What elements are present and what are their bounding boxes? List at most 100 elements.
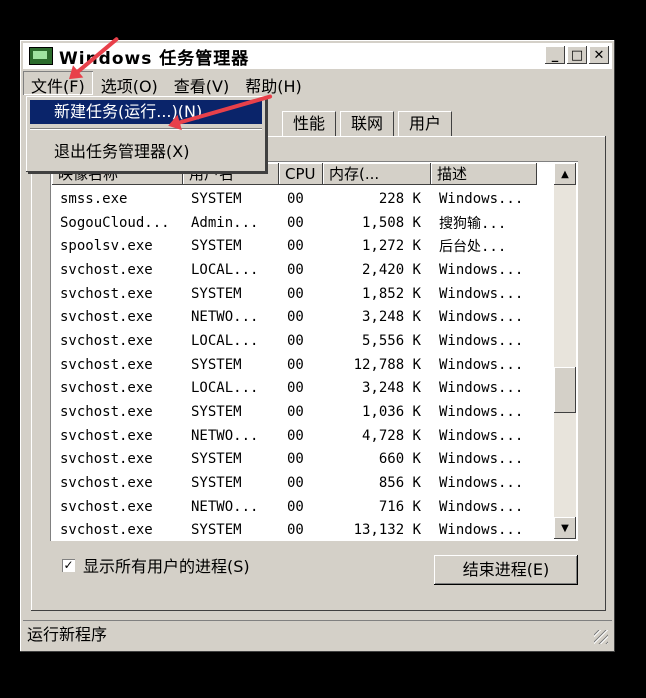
table-row[interactable]: svchost.exe NETWO... 00 716 K Windows... [52,495,537,519]
table-row[interactable]: svchost.exe LOCAL... 00 5,556 K Windows... [52,329,537,353]
menu-view[interactable]: 查看(V) [166,71,237,96]
table-row[interactable]: smss.exe SYSTEM 00 228 K Windows... [52,187,537,211]
table-row[interactable]: svchost.exe SYSTEM 00 856 K Windows... [52,471,537,495]
cell-cpu: 00 [287,427,304,444]
cell-image-name: svchost.exe [60,261,153,278]
table-row[interactable]: svchost.exe LOCAL... 00 2,420 K Windows... [52,258,537,282]
cell-cpu: 00 [287,498,304,515]
cell-description: Windows... [439,332,524,349]
cell-user-name: SYSTEM [191,238,242,255]
table-row[interactable]: svchost.exe SYSTEM 00 1,852 K Windows... [52,282,537,306]
table-row[interactable]: svchost.exe LOCAL... 00 3,248 K Windows... [52,377,537,401]
cell-cpu: 00 [287,356,304,373]
menu-help[interactable]: 帮助(H) [237,71,310,96]
cell-memory: 4,728 K [361,427,421,444]
table-row[interactable]: svchost.exe NETWO... 00 4,728 K Windows... [52,424,537,448]
cell-memory: 1,036 K [361,404,421,421]
cell-cpu: 00 [287,475,304,492]
column-description[interactable]: 描述 [431,163,537,185]
maximize-button[interactable]: □ [567,46,587,64]
cell-cpu: 00 [287,214,304,231]
cell-user-name: SYSTEM [191,356,242,373]
cell-cpu: 00 [287,285,304,302]
cell-cpu: 00 [287,309,304,326]
cell-image-name: svchost.exe [60,332,153,349]
cell-cpu: 00 [287,332,304,349]
table-row[interactable]: svchost.exe SYSTEM 00 660 K Windows... [52,448,537,472]
cell-cpu: 00 [287,190,304,207]
cell-description: Windows... [439,451,524,468]
end-process-button[interactable]: 结束进程(E) [434,555,578,585]
tab-strip: 性能 联网 用户 [282,111,456,136]
cell-cpu: 00 [287,238,304,255]
cell-image-name: svchost.exe [60,404,153,421]
table-row[interactable]: SogouCloud... Admin... 00 1,508 K 搜狗输... [52,211,537,235]
status-bar: 运行新程序 [23,620,612,648]
tab-users[interactable]: 用户 [398,111,453,136]
cell-memory: 1,852 K [361,285,421,302]
cell-image-name: SogouCloud... [60,214,170,231]
cell-description: Windows... [439,404,524,421]
cell-description: Windows... [439,190,524,207]
cell-description: Windows... [439,356,524,373]
cell-user-name: SYSTEM [191,404,242,421]
cell-user-name: LOCAL... [191,261,259,278]
menu-options[interactable]: 选项(O) [93,71,166,96]
cell-cpu: 00 [287,380,304,397]
status-text: 运行新程序 [27,625,108,644]
cell-cpu: 00 [287,522,304,539]
cell-description: Windows... [439,475,524,492]
cell-memory: 13,132 K [353,522,421,539]
task-manager-window: Windows 任务管理器 _ □ ✕ 文件(F) 选项(O) 查看(V) 帮助… [20,40,615,652]
process-list[interactable]: 映像名称 用户名 CPU 内存(... 描述 smss.exe SYSTEM 00 2… [50,161,578,541]
cell-description: Windows... [439,285,524,302]
menu-exit-task-manager[interactable]: 退出任务管理器(X) [30,140,262,164]
cell-description: Windows... [439,309,524,326]
cell-user-name: SYSTEM [191,285,242,302]
cell-image-name: svchost.exe [60,309,153,326]
column-memory[interactable]: 内存(... [323,163,431,185]
cell-memory: 3,248 K [361,380,421,397]
minimize-button[interactable]: _ [545,46,565,64]
cell-description: Windows... [439,498,524,515]
table-row[interactable]: spoolsv.exe SYSTEM 00 1,272 K 后台处... [52,234,537,258]
close-button[interactable]: ✕ [589,46,609,64]
table-row[interactable]: svchost.exe SYSTEM 00 13,132 K Windows... [52,519,537,541]
cell-user-name: LOCAL... [191,332,259,349]
cell-description: 后台处... [439,239,507,256]
cell-description: Windows... [439,380,524,397]
tab-performance[interactable]: 性能 [282,111,337,136]
resize-grip[interactable] [594,630,608,644]
vertical-scrollbar[interactable]: ▲ ▼ [554,163,576,539]
table-row[interactable]: svchost.exe NETWO... 00 3,248 K Windows... [52,305,537,329]
cell-image-name: svchost.exe [60,285,153,302]
scroll-down-button[interactable]: ▼ [554,517,576,539]
menu-new-task[interactable]: 新建任务(运行...)(N) [30,100,262,124]
cell-cpu: 00 [287,451,304,468]
cell-description: 搜狗输... [439,215,507,232]
menu-file[interactable]: 文件(F) [23,71,93,96]
cell-cpu: 00 [287,261,304,278]
cell-user-name: SYSTEM [191,522,242,539]
show-all-users-option[interactable]: ✓ 显示所有用户的进程(S) [62,553,250,577]
cell-image-name: svchost.exe [60,427,153,444]
cell-user-name: NETWO... [191,427,259,444]
title-bar[interactable]: Windows 任务管理器 _ □ ✕ [23,43,612,69]
cell-image-name: svchost.exe [60,451,153,468]
cell-description: Windows... [439,522,524,539]
column-cpu[interactable]: CPU [279,163,323,185]
cell-memory: 5,556 K [361,332,421,349]
cell-user-name: Admin... [191,214,259,231]
process-rows: smss.exe SYSTEM 00 228 K Windows... SogouClou… [52,187,537,541]
table-row[interactable]: svchost.exe SYSTEM 00 12,788 K Windows... [52,353,537,377]
cell-user-name: LOCAL... [191,380,259,397]
task-manager-icon [29,47,53,65]
show-all-users-label: 显示所有用户的进程(S) [83,557,250,576]
cell-memory: 3,248 K [361,309,421,326]
scroll-up-button[interactable]: ▲ [554,163,576,185]
cell-memory: 660 K [378,451,421,468]
tab-networking[interactable]: 联网 [340,111,395,136]
table-row[interactable]: svchost.exe SYSTEM 00 1,036 K Windows... [52,400,537,424]
show-all-users-checkbox[interactable]: ✓ [62,558,75,572]
scroll-thumb[interactable] [554,367,576,413]
